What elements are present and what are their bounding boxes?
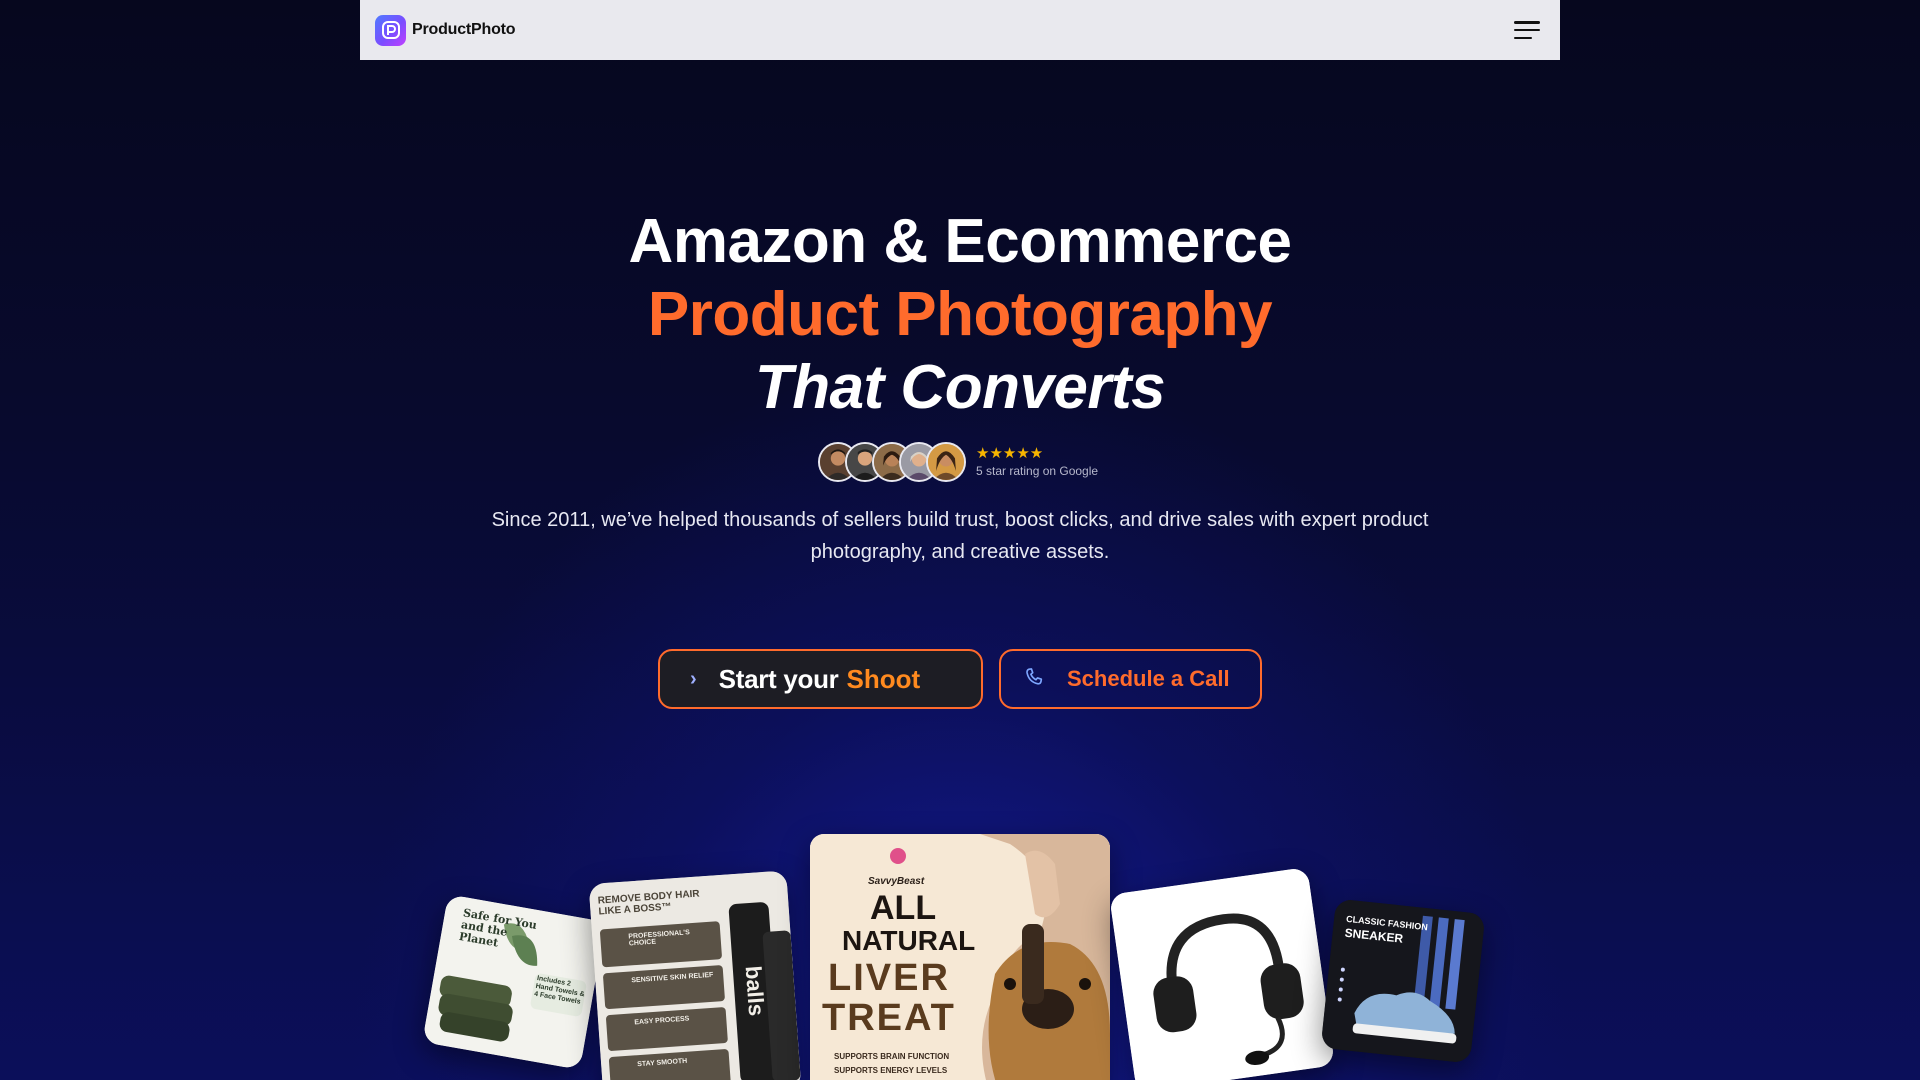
gallery-card-liver-treat: SavvyBeast ALL NATURAL LIVER TREAT SUPPO…: [810, 834, 1110, 1080]
rating-info: ★★★★★ 5 star rating on Google: [976, 445, 1099, 479]
customer-avatars: [818, 442, 966, 482]
gallery-card-headset: [1109, 867, 1335, 1080]
gallery-card-balls: REMOVE BODY HAIR LIKE A BOSS™ PROFESSION…: [588, 870, 802, 1080]
treat-line3: LIVER: [828, 957, 950, 999]
top-navbar: ProductPhoto: [360, 0, 1560, 60]
start-shoot-label: Start your: [718, 663, 839, 694]
start-your-shoot-button[interactable]: › Start your Shoot: [658, 649, 983, 709]
five-star-icon: ★★★★★: [976, 445, 1044, 462]
schedule-call-button[interactable]: Schedule a Call: [999, 649, 1262, 709]
hero-title-line1: Amazon & Ecommerce: [628, 207, 1292, 276]
gallery-card-sneaker: CLASSIC FASHION SNEAKER: [1320, 898, 1486, 1064]
treat-brand: SavvyBeast: [868, 876, 925, 887]
google-rating: ★★★★★ 5 star rating on Google: [818, 442, 1098, 482]
hero-title-line2: Product Photography: [647, 280, 1273, 349]
hero-title-line3: That Converts: [754, 353, 1166, 422]
rating-text: 5 star rating on Google: [976, 464, 1099, 478]
brand-name: ProductPhoto: [412, 21, 516, 38]
avatar: [926, 442, 966, 482]
treat-bullet2: SUPPORTS ENERGY LEVELS: [834, 1066, 948, 1075]
treat-line1: ALL: [870, 889, 937, 927]
schedule-call-label: Schedule a Call: [1067, 666, 1230, 691]
phone-icon: [1023, 666, 1045, 693]
balls-product-label: balls: [740, 965, 770, 1017]
treat-line2: NATURAL: [842, 925, 976, 956]
hero-subtext: Since 2011, we’ve helped thousands of se…: [491, 509, 1429, 563]
brand-link[interactable]: ProductPhoto: [375, 14, 516, 46]
start-shoot-accent-label: Shoot: [846, 663, 921, 694]
headset-product-image: [1109, 867, 1335, 1080]
gallery-card-towels: Safe for You and the Planet Includes 2 H…: [422, 894, 606, 1070]
productphoto-logo-icon: [375, 14, 406, 46]
treat-line4: TREAT: [822, 997, 956, 1039]
treat-bullet1: SUPPORTS BRAIN FUNCTION: [834, 1052, 950, 1061]
chevron-right-icon: ›: [690, 667, 697, 690]
hamburger-menu-icon[interactable]: [1514, 19, 1542, 41]
